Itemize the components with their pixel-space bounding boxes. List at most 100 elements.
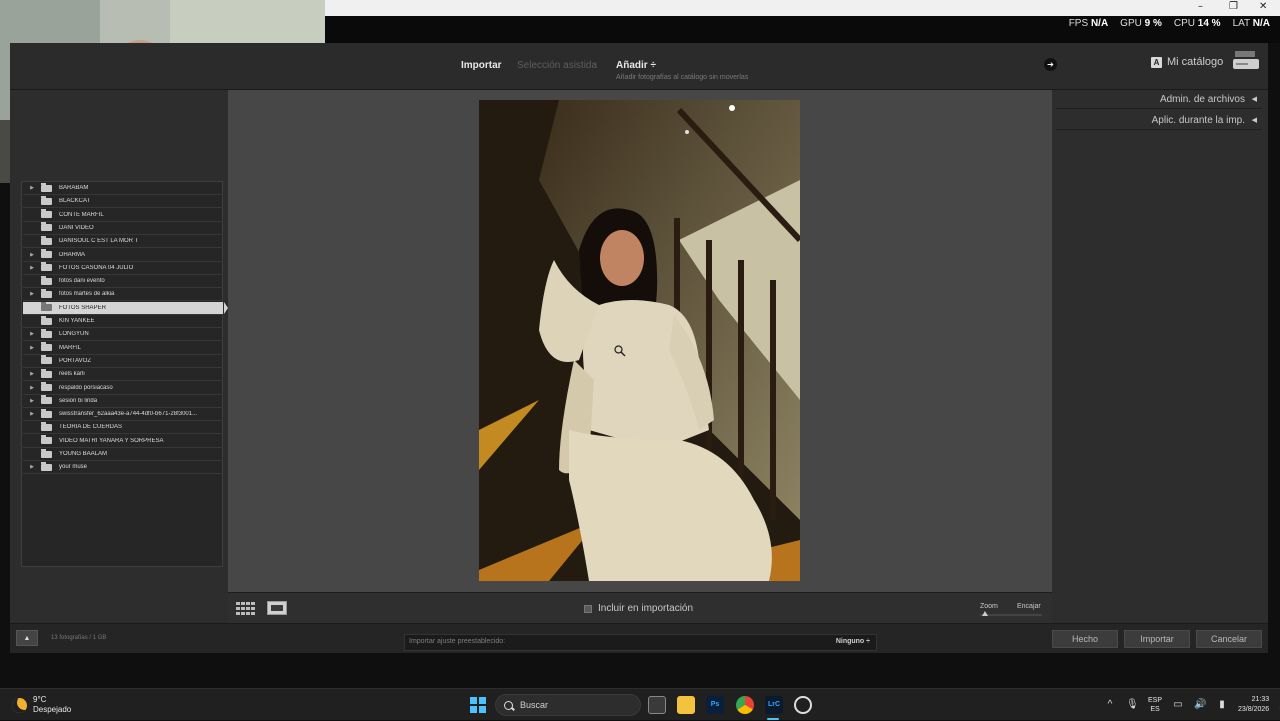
- folder-item[interactable]: DANI VIDEO: [23, 222, 223, 235]
- photoshop-icon[interactable]: Ps: [706, 696, 724, 714]
- expand-triangle-icon[interactable]: ▶: [23, 411, 41, 417]
- folder-item[interactable]: PORTAVOZ: [23, 355, 223, 368]
- folder-list: ▶ BARABAM BLACKCAT CONTE MARFIL DANI VIDEO DA…: [21, 181, 228, 567]
- folder-item[interactable]: KIN YANKEE: [23, 315, 223, 328]
- folder-item[interactable]: VIDEO MATRI YANARA Y SORPRESA: [23, 435, 223, 448]
- apply-during-import-section[interactable]: Aplic. durante la imp. ◀: [1056, 111, 1262, 130]
- expand-triangle-icon[interactable]: ▶: [23, 398, 41, 404]
- file-explorer-icon[interactable]: [677, 696, 695, 714]
- photo-count: 13 fotografías / 1 GB: [51, 635, 107, 641]
- language-indicator[interactable]: ESP ES: [1148, 696, 1162, 714]
- folder-item[interactable]: ▶ swisstransfer_62aaa43e-a744-4df0-b671-2…: [23, 408, 223, 422]
- expand-triangle-icon[interactable]: ▶: [23, 345, 41, 351]
- folder-icon: [41, 355, 52, 365]
- folder-item[interactable]: ▶ BARABAM: [23, 182, 223, 195]
- weather-text: 9°C Despejado: [33, 695, 71, 715]
- expand-triangle-icon[interactable]: ▶: [23, 331, 41, 337]
- folder-item[interactable]: ▶ LONGYUN: [23, 328, 223, 342]
- tab-importar[interactable]: Importar: [461, 60, 502, 71]
- weather-widget[interactable]: 9°C Despejado: [12, 695, 71, 715]
- folder-item[interactable]: ▶ reels karli: [23, 368, 223, 382]
- close-button[interactable]: ✕: [1259, 1, 1267, 12]
- system-tray: ^ 🎙 ESP ES ▭ 🔊 ▮ 21:33 23/8/2026 🔔: [1104, 689, 1280, 721]
- cancel-button[interactable]: Cancelar: [1196, 630, 1262, 648]
- folder-label: DHARMA: [59, 251, 86, 258]
- folder-item[interactable]: TEORIA DE CUERDAS: [23, 421, 223, 435]
- folder-icon: [41, 222, 52, 232]
- destination-panel: Admin. de archivos ◀ Aplic. durante la i…: [1052, 90, 1268, 623]
- folder-item[interactable]: ▶ DHARMA: [23, 249, 223, 262]
- folder-label: BARABAM: [59, 185, 89, 191]
- zoom-slider-thumb[interactable]: [982, 611, 988, 616]
- folder-label: your muse: [59, 464, 88, 471]
- folder-item[interactable]: YOUNG BAALAM: [23, 448, 223, 461]
- folder-item[interactable]: ▶ FOTOS CASONA 04 JULIO: [23, 262, 223, 275]
- expand-triangle-icon[interactable]: ▶: [23, 185, 41, 191]
- restore-button[interactable]: ❐: [1229, 1, 1238, 12]
- folder-item[interactable]: DANISOUL C EST LA MOR T: [23, 235, 223, 249]
- include-in-import[interactable]: Incluir en importación: [584, 603, 693, 614]
- expand-triangle-icon[interactable]: ▶: [23, 371, 41, 377]
- folder-label: DANI VIDEO: [59, 224, 94, 231]
- folder-item[interactable]: ▶ respaldo porsiacaso: [23, 382, 223, 395]
- import-footer: ▲ 13 fotografías / 1 GB Importar ajuste …: [10, 623, 1268, 653]
- folder-icon: [41, 421, 52, 431]
- import-button[interactable]: Importar: [1124, 630, 1190, 648]
- arrow-right-icon[interactable]: ➔: [1044, 58, 1057, 71]
- steam-icon[interactable]: [794, 696, 812, 714]
- chrome-icon[interactable]: [736, 696, 754, 714]
- grid-view-icon[interactable]: [236, 602, 256, 615]
- folder-item[interactable]: fotos dani evento: [23, 275, 223, 289]
- import-preset-value[interactable]: Ninguno ÷: [836, 638, 870, 645]
- done-button[interactable]: Hecho: [1052, 630, 1118, 648]
- photo-preview[interactable]: [479, 100, 800, 581]
- lightroom-classic-icon[interactable]: LrC: [765, 696, 783, 714]
- include-checkbox[interactable]: [584, 604, 592, 613]
- zoom-slider[interactable]: [980, 614, 1042, 616]
- folder-label: PORTAVOZ: [59, 357, 92, 364]
- folder-icon: [41, 288, 52, 298]
- stat-label: LAT: [1232, 18, 1250, 29]
- expand-triangle-icon[interactable]: ▶: [23, 265, 41, 271]
- tab-seleccion-asistida[interactable]: Selección asistida: [517, 60, 597, 71]
- battery-icon[interactable]: ▮: [1216, 699, 1228, 711]
- folder-label: reels karli: [59, 371, 85, 378]
- collapse-panel-button[interactable]: ▲: [16, 630, 38, 646]
- microphone-icon[interactable]: 🎙: [1126, 699, 1139, 711]
- clock[interactable]: 21:33 23/8/2026: [1238, 695, 1269, 715]
- folder-item[interactable]: BLACKCAT: [23, 195, 223, 209]
- chevron-up-icon[interactable]: ^: [1104, 699, 1116, 711]
- fit-label[interactable]: Encajar: [1017, 603, 1041, 610]
- folder-item[interactable]: ▶ fotos martes de alkia: [23, 288, 223, 302]
- folder-icon: [41, 195, 52, 205]
- folder-label: swisstransfer_62aaa43e-a744-4df0-b671-28…: [59, 411, 198, 418]
- expand-triangle-icon[interactable]: ▶: [23, 464, 41, 470]
- folder-item[interactable]: ▶ MARFIL: [23, 342, 223, 355]
- minimize-button[interactable]: –: [1198, 1, 1203, 12]
- folder-label: VIDEO MATRI YANARA Y SORPRESA: [59, 437, 164, 444]
- catalog-name: Mi catálogo: [1167, 56, 1224, 68]
- add-mode-dropdown[interactable]: Añadir ÷: [616, 60, 656, 71]
- expand-triangle-icon[interactable]: ▶: [23, 291, 41, 297]
- preview-area: [228, 90, 1052, 592]
- clock-date: 23/8/2026: [1238, 706, 1270, 713]
- folder-item[interactable]: CONTE MARFIL: [23, 209, 223, 222]
- moon-icon: [12, 697, 27, 713]
- import-preset-selector[interactable]: Importar ajuste preestablecido: Ninguno …: [404, 634, 877, 651]
- volume-icon[interactable]: 🔊: [1194, 699, 1206, 711]
- file-handling-section[interactable]: Admin. de archivos ◀: [1056, 90, 1262, 109]
- folder-label: FOTOS CASONA 04 JULIO: [59, 264, 134, 271]
- expand-triangle-icon[interactable]: ▶: [23, 385, 41, 391]
- folder-item[interactable]: FOTOS SHAPER: [23, 301, 228, 315]
- folder-item[interactable]: ▶ your muse: [23, 461, 223, 475]
- network-icon[interactable]: ▭: [1172, 699, 1184, 711]
- folder-label: sesion bi linda: [59, 397, 98, 404]
- windows-start-icon[interactable]: [470, 697, 486, 713]
- expand-triangle-icon[interactable]: ▶: [23, 252, 41, 258]
- taskbar-search[interactable]: Buscar: [495, 694, 641, 716]
- folder-label: BLACKCAT: [59, 198, 91, 205]
- folder-item[interactable]: ▶ sesion bi linda: [23, 395, 223, 408]
- task-view-icon[interactable]: [648, 696, 666, 714]
- catalog-selector[interactable]: A Mi catálogo: [1151, 56, 1223, 68]
- loupe-view-button[interactable]: [267, 601, 287, 615]
